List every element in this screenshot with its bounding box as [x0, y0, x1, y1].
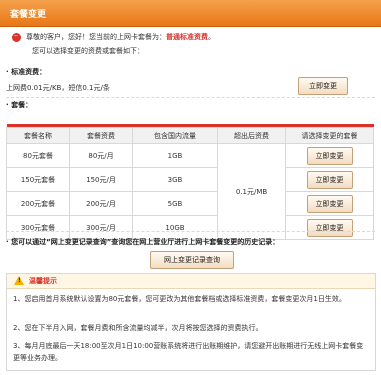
package-traffic: 10GB: [132, 215, 218, 240]
tips-header: 温馨提示: [7, 274, 375, 289]
table-row: 200元套餐 200元/月 5GB 立即变更: [6, 191, 374, 216]
current-package-name: 普通标准资费: [166, 33, 208, 41]
divider: [6, 231, 375, 232]
table-header-row: 套餐名称 套餐资费 包含国内流量 超出后资费 请选择变更的套餐: [6, 127, 374, 144]
package-fee: 300元/月: [69, 215, 133, 240]
package-traffic: 1GB: [132, 143, 218, 168]
change-300-button[interactable]: 立即变更: [306, 218, 353, 237]
package-name: 200元套餐: [6, 191, 70, 216]
column-header: 包含国内流量: [132, 127, 218, 144]
package-fee: 150元/月: [69, 167, 133, 192]
table-row: 150元套餐 150元/月 3GB 立即变更: [6, 167, 374, 192]
overage-fee: 0.1元/MB: [217, 143, 286, 240]
column-header: 套餐资费: [69, 127, 133, 144]
tips-panel: 温馨提示 1、您启用首月系统默认设置为80元套餐，您可更改为其他套餐档或选择标准…: [6, 273, 376, 371]
warning-icon: [14, 276, 24, 285]
package-name: 150元套餐: [6, 167, 70, 192]
choose-instruction: 您可以选择变更的资费或套餐如下：: [32, 47, 144, 55]
page-header: 套餐变更: [0, 0, 381, 27]
standard-tariff-label: · 标准资费：: [6, 68, 47, 76]
greeting-prefix: 尊敬的客户，您好！您当前的上网卡套餐为：: [26, 33, 166, 41]
column-header: 请选择变更的套餐: [285, 127, 374, 144]
page-title: 套餐变更: [10, 10, 47, 20]
change-80-button[interactable]: 立即变更: [306, 146, 353, 165]
package-traffic: 5GB: [132, 191, 218, 216]
standard-change-button[interactable]: 立即变更: [298, 77, 348, 95]
greeting-suffix: 。: [208, 33, 215, 41]
tip-item: 3、每月月底最后一天18:00至次月1日10:00营账系统将进行出账期维护，请您…: [13, 342, 364, 362]
column-header: 超出后资费: [217, 127, 286, 144]
tip-item: 2、您在下半月入网，套餐月费和所含流量均减半，次月将按您选择的资费执行。: [13, 324, 263, 332]
history-query-button[interactable]: 网上变更记录查询: [150, 251, 234, 269]
change-200-button[interactable]: 立即变更: [306, 194, 353, 213]
package-traffic: 3GB: [132, 167, 218, 192]
package-name: 300元套餐: [6, 215, 70, 240]
package-name: 80元套餐: [6, 143, 70, 168]
table-row: 300元套餐 300元/月 10GB 立即变更: [6, 215, 374, 240]
divider: [6, 97, 375, 98]
history-instruction: · 您可以通过“网上变更记录查询”查询您在网上营业厅进行上网卡套餐变更的历史记录…: [6, 238, 280, 246]
tips-title: 温馨提示: [29, 277, 57, 285]
change-150-button[interactable]: 立即变更: [306, 170, 353, 189]
table-row: 80元套餐 80元/月 1GB 0.1元/MB 立即变更: [6, 143, 374, 240]
packages-table: 套餐名称 套餐资费 包含国内流量 超出后资费 请选择变更的套餐 80元套餐 80…: [6, 124, 374, 240]
notice-icon: [12, 31, 21, 42]
standard-tariff-info: 上网费0.01元/KB，短信0.1元/条: [6, 84, 110, 92]
tip-item: 1、您启用首月系统默认设置为80元套餐，您可更改为其他套餐档或选择标准资费，套餐…: [13, 295, 346, 303]
package-fee: 80元/月: [69, 143, 133, 168]
packages-label: · 套餐：: [6, 101, 33, 109]
current-package-line: 尊敬的客户，您好！您当前的上网卡套餐为：普通标准资费。: [26, 32, 215, 42]
column-header: 套餐名称: [6, 127, 70, 144]
package-fee: 200元/月: [69, 191, 133, 216]
